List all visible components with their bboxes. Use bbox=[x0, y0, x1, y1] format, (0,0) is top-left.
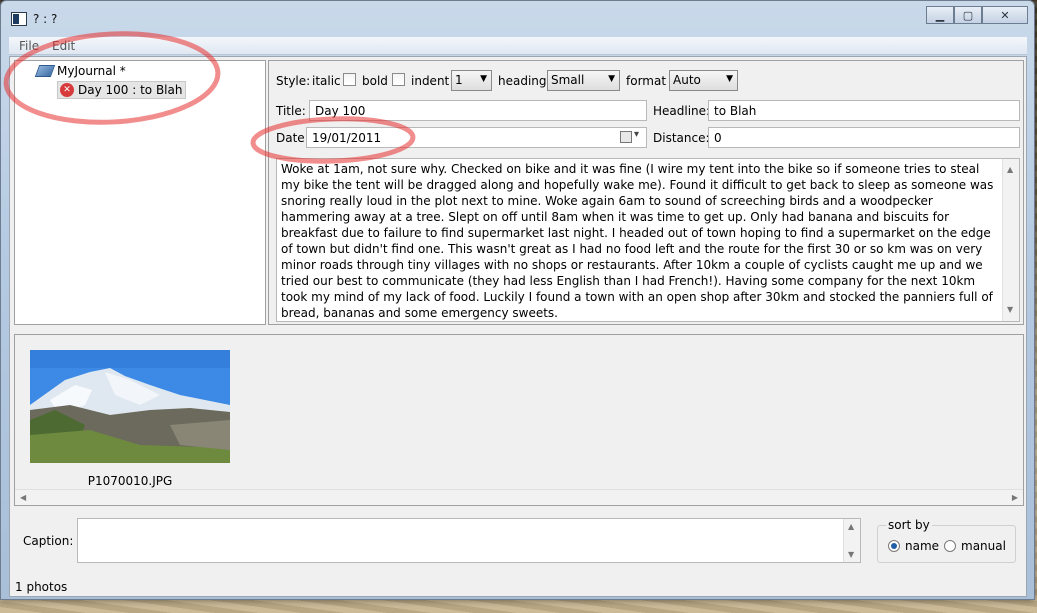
journal-tree: MyJournal * ✕ Day 100 : to Blah bbox=[14, 60, 266, 325]
title-label: Title: bbox=[276, 104, 306, 118]
scroll-left-icon[interactable]: ◀ bbox=[20, 493, 26, 502]
scroll-down-icon[interactable]: ▼ bbox=[848, 550, 854, 559]
chevron-down-icon: ▼ bbox=[480, 74, 487, 84]
sort-by-title: sort by bbox=[886, 518, 932, 532]
tree-entry[interactable]: ✕ Day 100 : to Blah bbox=[57, 81, 187, 99]
caption-scrollbar[interactable]: ▲ ▼ bbox=[843, 519, 860, 562]
chevron-down-icon: ▼ bbox=[726, 74, 733, 84]
distance-field[interactable]: 0 bbox=[708, 127, 1020, 148]
tree-root-label: MyJournal * bbox=[57, 64, 126, 78]
journal-book-icon bbox=[34, 65, 56, 77]
italic-checkbox[interactable] bbox=[343, 73, 356, 86]
menu-edit[interactable]: Edit bbox=[52, 39, 75, 53]
maximize-icon: ▢ bbox=[962, 8, 974, 22]
indent-value: 1 bbox=[455, 73, 463, 87]
bold-label: bold bbox=[362, 74, 388, 88]
status-text: 1 photos bbox=[15, 580, 68, 594]
mountain-photo bbox=[30, 350, 230, 463]
entry-body-text[interactable]: Woke at 1am, not sure why. Checked on bi… bbox=[276, 158, 1020, 322]
maximize-button[interactable]: ▢ bbox=[954, 6, 982, 24]
sort-name-label: name bbox=[905, 539, 940, 553]
entry-body-content: Woke at 1am, not sure why. Checked on bi… bbox=[281, 162, 994, 320]
title-bar[interactable]: ? : ? ▁ ▢ ✕ bbox=[1, 1, 1034, 35]
app-icon bbox=[11, 12, 27, 26]
heading-value: Small bbox=[551, 73, 585, 87]
window-controls: ▁ ▢ ✕ bbox=[926, 6, 1028, 24]
scroll-up-icon[interactable]: ▲ bbox=[1007, 162, 1013, 178]
caption-input[interactable]: ▲ ▼ bbox=[77, 518, 861, 563]
headline-field[interactable]: to Blah bbox=[708, 100, 1020, 121]
italic-label: italic bbox=[312, 74, 341, 88]
indent-select[interactable]: 1 ▼ bbox=[451, 70, 492, 91]
sort-manual-radio[interactable] bbox=[944, 540, 956, 552]
sort-manual-label: manual bbox=[961, 539, 1006, 553]
bold-checkbox[interactable] bbox=[392, 73, 405, 86]
scroll-right-icon[interactable]: ▶ bbox=[1012, 493, 1018, 502]
date-value: 19/01/2011 bbox=[312, 131, 382, 145]
sort-by-group: sort by name manual bbox=[877, 518, 1016, 563]
photo-thumbnail[interactable] bbox=[30, 350, 230, 463]
headline-label: Headline: bbox=[653, 104, 711, 118]
heading-label: heading bbox=[498, 74, 547, 88]
error-icon: ✕ bbox=[60, 83, 74, 97]
photo-filename: P1070010.JPG bbox=[87, 474, 173, 488]
scroll-up-icon[interactable]: ▲ bbox=[848, 522, 854, 531]
close-icon: ✕ bbox=[1000, 8, 1010, 22]
photo-scrollbar[interactable]: ◀ ▶ bbox=[15, 489, 1023, 505]
sort-name-radio[interactable] bbox=[888, 540, 900, 552]
distance-label: Distance: bbox=[653, 131, 710, 145]
tree-root[interactable]: MyJournal * bbox=[34, 64, 126, 78]
tree-entry-label: Day 100 : to Blah bbox=[78, 83, 183, 97]
title-field[interactable]: Day 100 bbox=[309, 100, 647, 121]
calendar-icon[interactable] bbox=[620, 129, 639, 143]
date-field[interactable]: 19/01/2011 bbox=[306, 127, 647, 148]
client-area: MyJournal * ✕ Day 100 : to Blah Style: i… bbox=[9, 56, 1027, 597]
caption-label: Caption: bbox=[23, 534, 74, 548]
menu-file[interactable]: File bbox=[19, 39, 39, 53]
minimize-button[interactable]: ▁ bbox=[926, 6, 954, 24]
indent-label: indent bbox=[411, 74, 450, 88]
date-label: Date: bbox=[276, 131, 309, 145]
style-label: Style: bbox=[276, 74, 311, 88]
close-button[interactable]: ✕ bbox=[982, 6, 1028, 24]
body-scrollbar[interactable]: ▲ ▼ bbox=[1002, 159, 1019, 321]
minimize-icon: ▁ bbox=[935, 8, 945, 22]
heading-select[interactable]: Small ▼ bbox=[547, 70, 620, 91]
format-value: Auto bbox=[673, 73, 701, 87]
app-window: ? : ? ▁ ▢ ✕ File Edit MyJournal * ✕ Day … bbox=[0, 0, 1035, 600]
menu-bar: File Edit bbox=[9, 37, 1027, 55]
format-select[interactable]: Auto ▼ bbox=[669, 70, 738, 91]
format-label: format bbox=[626, 74, 667, 88]
chevron-down-icon: ▼ bbox=[608, 74, 615, 84]
photo-strip: P1070010.JPG ◀ ▶ bbox=[14, 334, 1024, 506]
window-title: ? : ? bbox=[33, 12, 58, 26]
entry-editor: Style: italic bold indent 1 ▼ heading Sm… bbox=[268, 60, 1024, 325]
scroll-down-icon[interactable]: ▼ bbox=[1007, 302, 1013, 318]
